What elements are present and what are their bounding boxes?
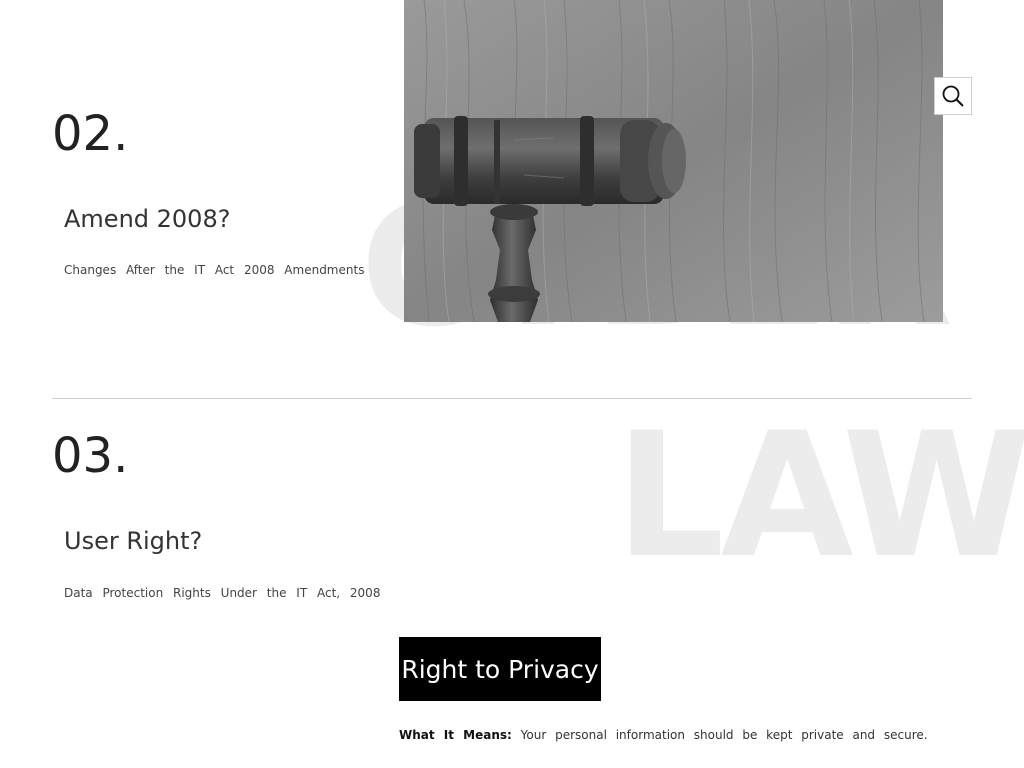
watermark-law: LAW [615,395,1024,596]
section-subtitle-user-right: Data Protection Rights Under the IT Act,… [64,586,381,600]
section-title-amend: Amend 2008? [64,205,231,233]
search-button[interactable] [934,77,972,115]
page: CYBER [0,0,1024,768]
meaning-text: Your personal information should be kept… [511,728,928,742]
section-title-user-right: User Right? [64,527,203,555]
search-icon [942,85,964,107]
gavel-image [404,0,943,322]
section-number-02: 02. [52,106,129,162]
gavel-illustration [404,0,943,322]
section-subtitle-amend: Changes After the IT Act 2008 Amendments [64,263,365,277]
section-number-03: 03. [52,428,129,484]
right-to-privacy-button[interactable]: Right to Privacy [399,637,601,701]
meaning-label: What It Means: [399,728,512,742]
privacy-meaning: What It Means: Your personal information… [399,728,928,742]
